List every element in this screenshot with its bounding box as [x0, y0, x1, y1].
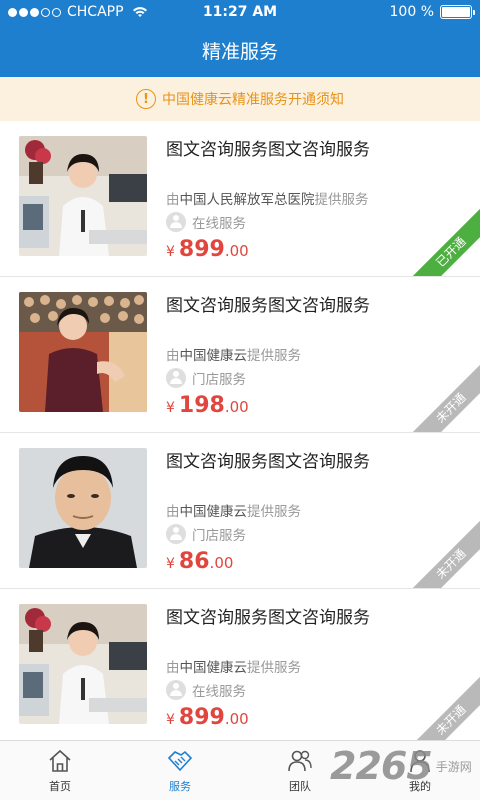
provider-name: 中国健康云: [179, 504, 248, 520]
service-card[interactable]: 图文咨询服务图文咨询服务 由中国健康云提供服务 门店服务 ¥198.00 未开通: [0, 277, 480, 433]
tab-label: 首页: [49, 780, 71, 793]
service-title: 图文咨询服务图文咨询服务: [166, 608, 370, 628]
tab-label: 服务: [169, 780, 191, 793]
page-title: 精准服务: [201, 41, 278, 63]
service-person-icon: [166, 524, 186, 544]
team-icon: [288, 750, 312, 772]
service-provider: 由中国健康云提供服务: [166, 348, 301, 364]
service-image: [19, 448, 147, 568]
battery-icon: [440, 5, 475, 19]
service-image: [19, 136, 147, 256]
service-list: 图文咨询服务图文咨询服务 由中国人民解放军总医院提供服务 在线服务 ¥899.0…: [0, 121, 480, 745]
watermark-text: 手游网: [435, 759, 472, 774]
service-card[interactable]: 图文咨询服务图文咨询服务 由中国人民解放军总医院提供服务 在线服务 ¥899.0…: [0, 121, 480, 277]
status-ribbon: 已开通: [401, 202, 480, 276]
handshake-icon: [167, 750, 193, 772]
service-title: 图文咨询服务图文咨询服务: [166, 296, 370, 316]
provider-name: 中国健康云: [179, 660, 248, 676]
provider-name: 中国健康云: [179, 348, 248, 364]
service-person-icon: [166, 368, 186, 388]
service-person-icon: [166, 212, 186, 232]
service-image: [19, 292, 147, 412]
status-ribbon: 未开通: [401, 358, 480, 432]
carrier-name: CHCAPP: [67, 4, 124, 20]
service-price: ¥198.00: [166, 393, 249, 418]
top-bar: CHCAPP 11:27 AM 100 % 精准服务: [0, 0, 480, 77]
watermark-logo: 2265 手游网: [330, 744, 472, 788]
service-price: ¥86.00: [166, 549, 234, 574]
service-provider: 由中国健康云提供服务: [166, 660, 301, 676]
signal-strength-icon: [8, 7, 61, 17]
service-image: [19, 604, 147, 724]
tab-home[interactable]: 首页: [0, 741, 120, 800]
home-icon: [49, 749, 71, 772]
service-card[interactable]: 图文咨询服务图文咨询服务 由中国健康云提供服务 门店服务 ¥86.00 未开通: [0, 433, 480, 589]
notice-text: 中国健康云精准服务开通须知: [162, 92, 344, 108]
service-card[interactable]: 图文咨询服务图文咨询服务 由中国健康云提供服务 在线服务 ¥899.00 未开通: [0, 589, 480, 745]
status-ribbon: 未开通: [401, 514, 480, 588]
service-notice-banner[interactable]: ! 中国健康云精准服务开通须知: [0, 77, 480, 121]
service-price: ¥899.00: [166, 705, 249, 730]
service-type: 在线服务: [166, 680, 246, 700]
service-provider: 由中国健康云提供服务: [166, 504, 301, 520]
service-person-icon: [166, 680, 186, 700]
service-title: 图文咨询服务图文咨询服务: [166, 140, 370, 160]
service-provider: 由中国人民解放军总医院提供服务: [166, 192, 369, 208]
wifi-icon: [132, 7, 147, 17]
tab-label: 团队: [289, 780, 311, 793]
battery-percent: 100 %: [389, 4, 434, 20]
status-ribbon: 未开通: [401, 670, 480, 744]
watermark-number: 2265: [330, 744, 433, 788]
service-price: ¥899.00: [166, 237, 249, 262]
service-type: 门店服务: [166, 524, 246, 544]
service-type: 门店服务: [166, 368, 246, 388]
service-title: 图文咨询服务图文咨询服务: [166, 452, 370, 472]
provider-name: 中国人民解放军总医院: [179, 192, 315, 208]
status-bar: CHCAPP 11:27 AM 100 %: [0, 0, 480, 24]
tab-service[interactable]: 服务: [120, 741, 240, 800]
exclamation-circle-icon: !: [136, 89, 156, 109]
service-type: 在线服务: [166, 212, 246, 232]
